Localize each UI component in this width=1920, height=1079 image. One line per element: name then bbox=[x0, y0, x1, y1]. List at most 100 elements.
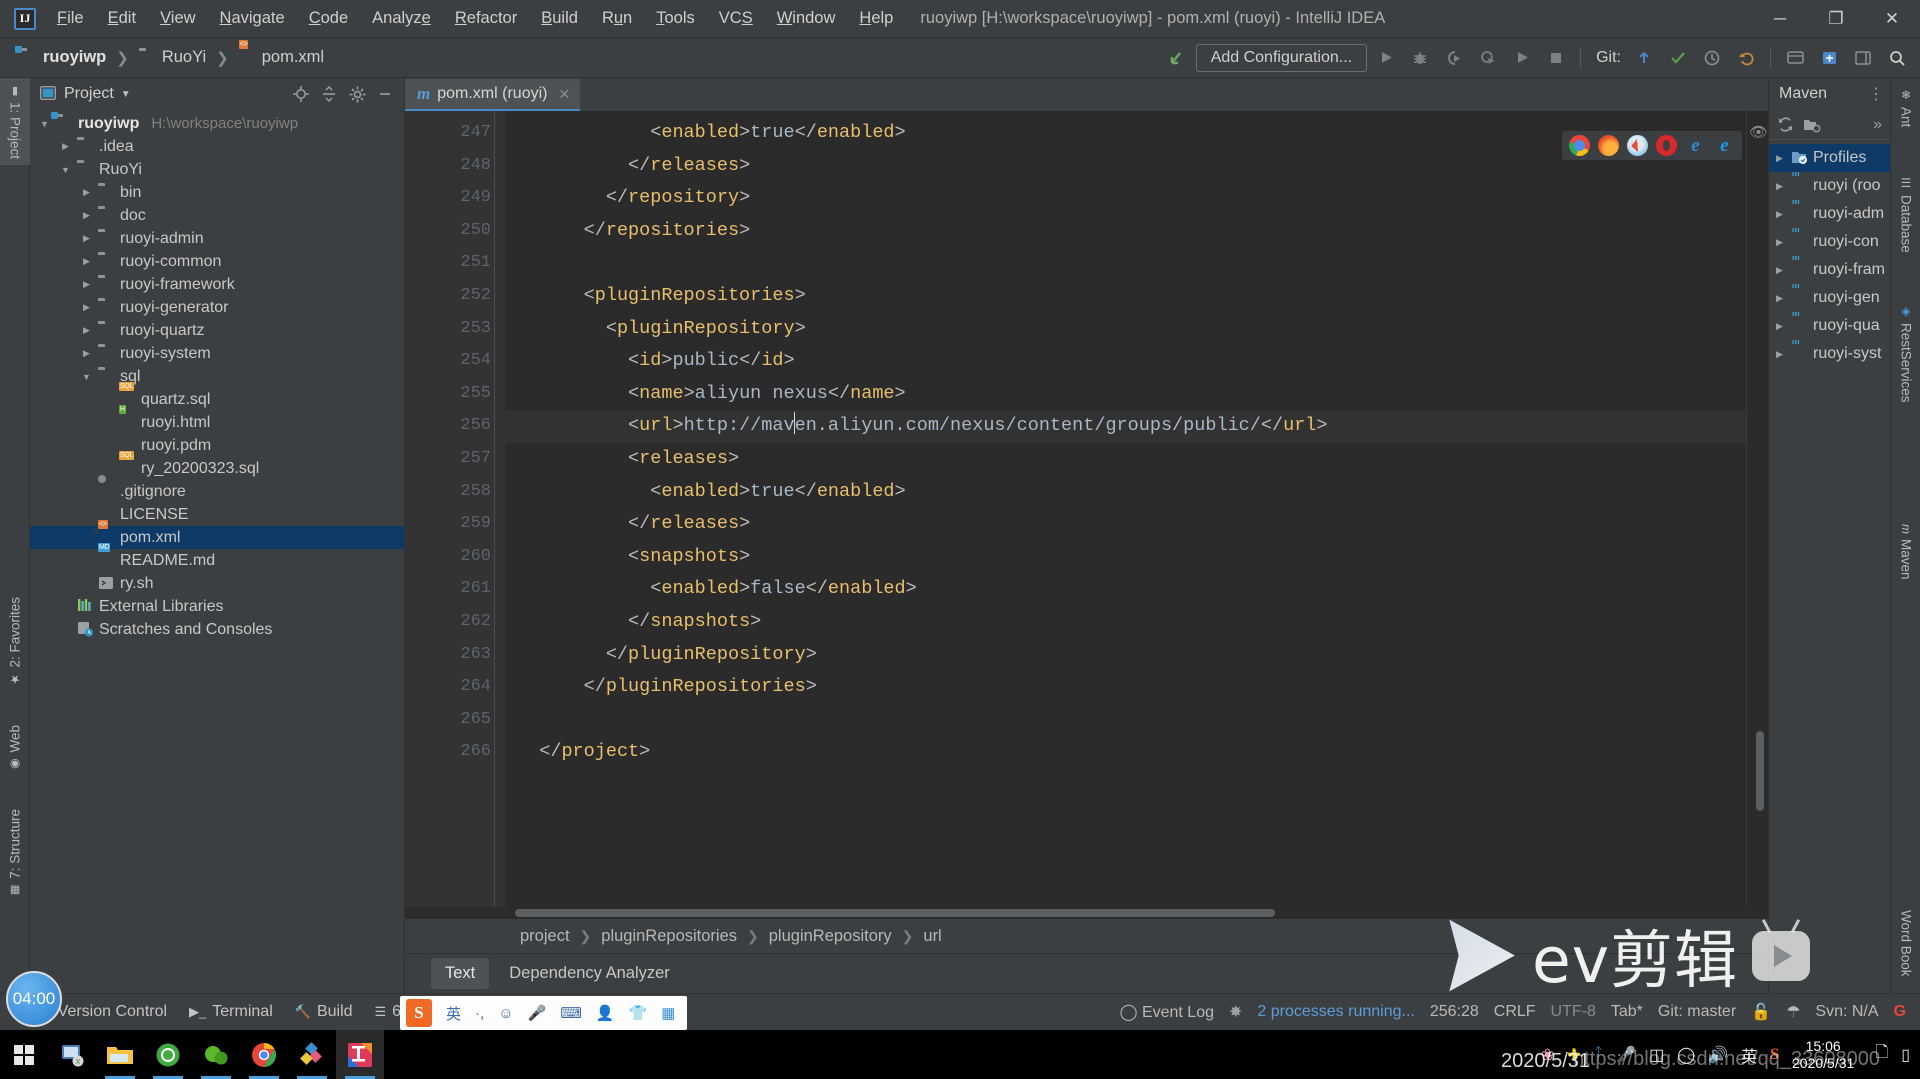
maven-tree[interactable]: ▶ Profiles ▶ ruoyi (roo ▶ ruoyi-adm ▶ ruoyi-con… bbox=[1769, 140, 1890, 993]
maven-node-ruoyi-adm[interactable]: ▶ ruoyi-adm bbox=[1769, 200, 1890, 228]
menu-build[interactable]: Build bbox=[530, 5, 589, 32]
maven-panel-menu-icon[interactable]: ⋮ bbox=[1868, 84, 1884, 104]
layout-icon[interactable] bbox=[1848, 44, 1878, 72]
inspector-hat-icon[interactable]: ☂ bbox=[1786, 1002, 1800, 1022]
tree-node-sql[interactable]: ▼ sql bbox=[30, 365, 404, 388]
chevron-right-icon[interactable]: ▶ bbox=[1773, 153, 1786, 164]
plus-circle-icon[interactable]: ✚ bbox=[1567, 1045, 1580, 1065]
chevron-right-icon[interactable]: ▶ bbox=[1773, 237, 1786, 248]
ime-voice-icon[interactable]: 🎤 bbox=[528, 1004, 547, 1022]
sidebar-item-ant[interactable]: ❄ Ant bbox=[1891, 82, 1920, 133]
chevron-right-icon[interactable]: ▶ bbox=[1773, 181, 1786, 192]
sourcetree-icon[interactable] bbox=[288, 1030, 336, 1079]
tree-node-license[interactable]: LICENSE bbox=[30, 503, 404, 526]
tree-node-ruoyi-generator[interactable]: ▶ ruoyi-generator bbox=[30, 296, 404, 319]
chevron-right-icon[interactable]: ▶ bbox=[80, 233, 93, 244]
locate-file-icon[interactable] bbox=[288, 82, 314, 106]
microphone-icon[interactable]: 🎤 bbox=[1616, 1045, 1636, 1065]
sidebar-item-web[interactable]: ◉ Web bbox=[0, 719, 30, 778]
git-update-icon[interactable] bbox=[1629, 44, 1659, 72]
sidebar-item-structure[interactable]: ▦ 7: Structure bbox=[0, 803, 30, 903]
tree-node-.idea[interactable]: ▶ .idea bbox=[30, 135, 404, 158]
code-line[interactable]: </repository> bbox=[505, 182, 1746, 215]
tab-dependency-analyzer[interactable]: Dependency Analyzer bbox=[495, 958, 684, 989]
maven-node-ruoyi-qua[interactable]: ▶ ruoyi-qua bbox=[1769, 312, 1890, 340]
editor-breadcrumb-url[interactable]: url bbox=[918, 927, 946, 946]
chevron-down-icon[interactable]: ▼ bbox=[121, 89, 131, 100]
sidebar-item-restservices[interactable]: ◈ RestServices bbox=[1891, 298, 1920, 409]
chevron-right-icon[interactable]: ▶ bbox=[1773, 209, 1786, 220]
code-line[interactable]: <pluginRepository> bbox=[505, 313, 1746, 346]
tab-text[interactable]: Text bbox=[431, 958, 490, 989]
xshell-icon[interactable]: X bbox=[48, 1030, 96, 1079]
debug-icon[interactable] bbox=[1405, 44, 1435, 72]
code-text-area[interactable]: <enabled>true</enabled> </releases> </re… bbox=[505, 111, 1746, 907]
hide-panel-icon[interactable] bbox=[372, 82, 398, 106]
code-line[interactable]: </pluginRepository> bbox=[505, 639, 1746, 672]
line-separator[interactable]: CRLF bbox=[1494, 1003, 1536, 1021]
code-line[interactable] bbox=[505, 704, 1746, 737]
safari-icon[interactable] bbox=[1627, 135, 1648, 156]
tool-window-terminal[interactable]: ▶_ Terminal bbox=[189, 1003, 273, 1021]
chevron-right-icon[interactable]: ▶ bbox=[80, 348, 93, 359]
sidebar-item-database[interactable]: ☰ Database bbox=[1891, 170, 1920, 259]
breadcrumb-item-ruoyi[interactable]: RuoYi bbox=[133, 45, 212, 70]
chevron-down-icon[interactable]: ▼ bbox=[59, 165, 72, 175]
run-with-coverage-icon[interactable] bbox=[1439, 44, 1469, 72]
line-number-gutter[interactable]: 247 248 249 250 251 252 253 254 255 256 257 258 259 2… bbox=[405, 111, 521, 907]
battery-icon[interactable]: ◫ bbox=[1649, 1045, 1664, 1065]
event-log-button[interactable]: ◯ Event Log bbox=[1120, 1002, 1214, 1022]
tree-node-ruoyiwp[interactable]: ▼ ruoyiwp H:\workspace\ruoyiwp bbox=[30, 112, 404, 135]
sidebar-item-wordbook[interactable]: Word Book bbox=[1891, 904, 1920, 983]
tree-node-doc[interactable]: ▶ doc bbox=[30, 204, 404, 227]
tree-node-quartz.sql[interactable]: SQL quartz.sql bbox=[30, 382, 404, 411]
sogou-icon[interactable]: S bbox=[1770, 1046, 1779, 1064]
code-line[interactable]: </pluginRepositories> bbox=[505, 671, 1746, 704]
show-desktop-icon[interactable]: ▯ bbox=[1901, 1045, 1910, 1065]
maximize-button[interactable]: ❐ bbox=[1808, 0, 1864, 38]
ime-keyboard-icon[interactable]: ⌨ bbox=[560, 1004, 582, 1022]
windows-start-icon[interactable] bbox=[0, 1030, 48, 1079]
maven-node-ruoyi-gen[interactable]: ▶ ruoyi-gen bbox=[1769, 284, 1890, 312]
maven-node-profiles[interactable]: ▶ Profiles bbox=[1769, 144, 1890, 172]
tree-node-readme.md[interactable]: MD README.md bbox=[30, 543, 404, 572]
vertical-scrollbar[interactable] bbox=[1756, 731, 1764, 811]
ime-punctuation-icon[interactable]: ·, bbox=[475, 1005, 484, 1022]
tree-node-ruoyi.pdm[interactable]: ruoyi.pdm bbox=[30, 434, 404, 457]
unlock-icon[interactable]: 🔓 bbox=[1751, 1002, 1771, 1022]
chevron-down-icon[interactable]: ▼ bbox=[38, 119, 51, 129]
ime-cn-icon[interactable]: 英 bbox=[1741, 1043, 1757, 1067]
tree-node-ruoyi-framework[interactable]: ▶ ruoyi-framework bbox=[30, 273, 404, 296]
chevron-right-icon[interactable]: ▶ bbox=[80, 210, 93, 221]
tree-node-ry_20200323.sql[interactable]: SQL ry_20200323.sql bbox=[30, 451, 404, 480]
collapse-all-icon[interactable] bbox=[316, 82, 342, 106]
code-line[interactable]: <enabled>true</enabled> bbox=[505, 476, 1746, 509]
code-line[interactable]: <releases> bbox=[505, 443, 1746, 476]
profiler-icon[interactable] bbox=[1473, 44, 1503, 72]
chrome-icon[interactable] bbox=[1569, 135, 1590, 156]
volume-icon[interactable]: 🔊 bbox=[1708, 1045, 1728, 1065]
code-line[interactable]: </repositories> bbox=[505, 215, 1746, 248]
sogou-logo-icon[interactable]: S bbox=[406, 999, 432, 1027]
code-line[interactable]: </releases> bbox=[505, 508, 1746, 541]
run-icon[interactable] bbox=[1371, 44, 1401, 72]
breadcrumb-item-pomxml[interactable]: <> pom.xml bbox=[233, 40, 330, 70]
ime-toolbox-icon[interactable]: ▦ bbox=[661, 1004, 675, 1022]
tree-node-scratches-and-consoles[interactable]: Scratches and Consoles bbox=[30, 618, 404, 641]
plugin-icon[interactable] bbox=[1814, 44, 1844, 72]
code-line[interactable]: <enabled>true</enabled> bbox=[505, 117, 1746, 150]
code-line[interactable]: <url>http://maven.aliyun.com/nexus/conte… bbox=[505, 410, 1746, 443]
chevron-down-icon[interactable]: ▼ bbox=[80, 372, 93, 382]
notifications-icon[interactable]: 🗋 bbox=[1875, 1041, 1888, 1068]
chevron-right-icon[interactable]: ▶ bbox=[80, 279, 93, 290]
menu-analyze[interactable]: Analyze bbox=[361, 5, 442, 32]
maven-node-ruoyi-syst[interactable]: ▶ ruoyi-syst bbox=[1769, 340, 1890, 368]
code-line[interactable]: <id>public</id> bbox=[505, 345, 1746, 378]
firefox-icon[interactable] bbox=[1598, 135, 1619, 156]
menu-tools[interactable]: Tools bbox=[645, 5, 706, 32]
search-icon[interactable] bbox=[1882, 44, 1912, 72]
file-explorer-icon[interactable] bbox=[96, 1030, 144, 1079]
ime-skin-icon[interactable]: 👕 bbox=[629, 1004, 648, 1022]
breadcrumb-item-project[interactable]: ruoyiwp bbox=[14, 45, 112, 70]
edge-icon[interactable]: e bbox=[1714, 135, 1735, 156]
